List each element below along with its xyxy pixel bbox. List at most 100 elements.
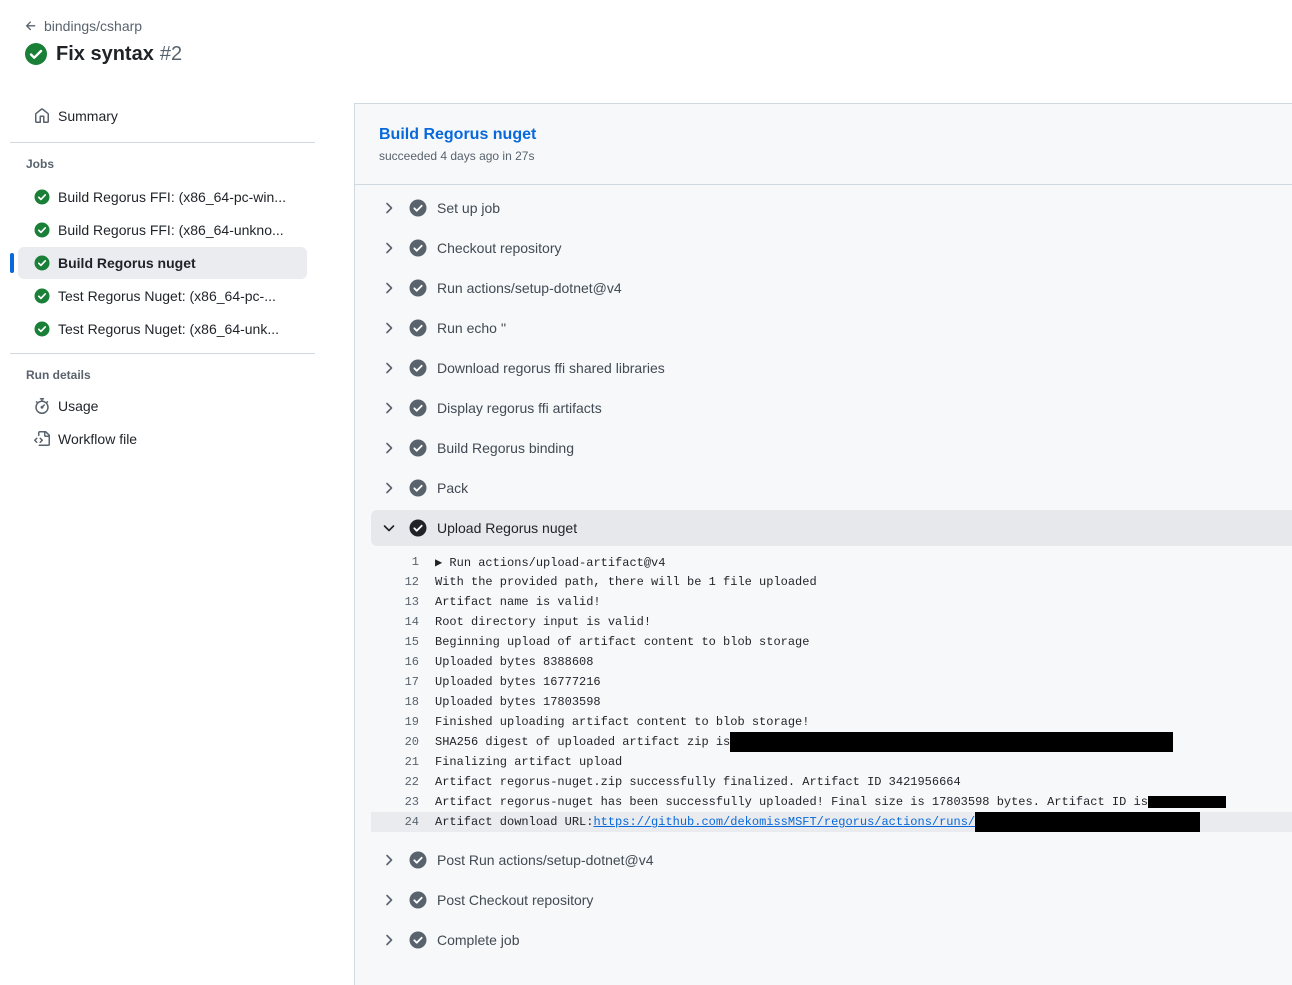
sidebar-item-label: Build Regorus FFI: (x86_64-unkno...: [58, 222, 284, 238]
log-line-text: SHA256 digest of uploaded artifact zip i…: [435, 732, 1174, 752]
log-text: With the provided path, there will be 1 …: [435, 575, 817, 589]
steps-list: Set up job Checkout repository Run actions…: [371, 190, 1292, 962]
chevron-right-icon: [386, 282, 393, 294]
run-number: #2: [159, 42, 183, 65]
log-line-text: Finalizing artifact upload: [435, 755, 622, 769]
run-header: bindings/csharp Fix syntax #2: [24, 14, 182, 66]
log-line-text: Artifact regorus-nuget has been successf…: [435, 795, 1226, 809]
log-line-number[interactable]: 17: [371, 675, 435, 689]
back-link-label[interactable]: bindings/csharp: [44, 18, 142, 34]
stopwatch-icon: [35, 398, 49, 414]
log-text: Uploaded bytes 8388608: [435, 655, 594, 669]
log-line-number[interactable]: 13: [371, 595, 435, 609]
step-name: Upload Regorus nuget: [437, 520, 578, 536]
step-name: Complete job: [437, 932, 520, 948]
step-name: Checkout repository: [437, 240, 562, 256]
log-line-number[interactable]: 20: [371, 735, 435, 749]
step-name: Run echo '': [437, 320, 507, 336]
log-text: Beginning upload of artifact content to …: [435, 635, 810, 649]
redacted-block: [1147, 796, 1226, 808]
job-header: Build Regorus nuget succeeded 4 days ago…: [355, 104, 1292, 185]
sidebar-item-job[interactable]: Test Regorus Nuget: (x86_64-unk...: [18, 313, 307, 345]
log-line-text: Finished uploading artifact content to b…: [435, 715, 809, 729]
log-line: 14 Root directory input is valid!: [371, 612, 1292, 632]
log-line-number[interactable]: 1: [371, 555, 435, 569]
step-item[interactable]: Display regorus ffi artifacts: [371, 390, 1292, 426]
sidebar-item-label: Usage: [58, 398, 99, 414]
log-text: Uploaded bytes 16777216: [435, 675, 601, 689]
step-item[interactable]: Set up job: [371, 190, 1292, 226]
log-line-text: Artifact regorus-nuget.zip successfully …: [435, 775, 961, 789]
log-text: Artifact name is valid!: [435, 595, 601, 609]
step-success-icon: [409, 891, 427, 909]
sidebar-item-job[interactable]: Build Regorus FFI: (x86_64-pc-win...: [18, 181, 307, 213]
log-line-text: ▶ Run actions/upload-artifact@v4: [435, 555, 665, 570]
log-line-number[interactable]: 21: [371, 755, 435, 769]
step-item[interactable]: Build Regorus binding: [371, 430, 1292, 466]
log-line: 1 ▶ Run actions/upload-artifact@v4: [371, 552, 1292, 572]
step-item[interactable]: Checkout repository: [371, 230, 1292, 266]
step-item[interactable]: Complete job: [371, 922, 1292, 958]
job-title[interactable]: Build Regorus nuget: [379, 104, 1292, 144]
sidebar-item-usage[interactable]: Usage: [18, 390, 307, 422]
log-line-number[interactable]: 15: [371, 635, 435, 649]
log-line: 18 Uploaded bytes 17803598: [371, 692, 1292, 712]
divider: [10, 353, 315, 354]
log-line-text: Artifact name is valid!: [435, 595, 601, 609]
step-upload-regorus-nuget[interactable]: Upload Regorus nuget: [371, 510, 1292, 546]
step-name: Download regorus ffi shared libraries: [437, 360, 665, 376]
log-text: Finalizing artifact upload: [435, 755, 623, 769]
log-line-number[interactable]: 18: [371, 695, 435, 709]
log-line: 17 Uploaded bytes 16777216: [371, 672, 1292, 692]
step-item[interactable]: Run actions/setup-dotnet@v4: [371, 270, 1292, 306]
step-success-icon: [409, 519, 427, 537]
log-line-number[interactable]: 14: [371, 615, 435, 629]
step-item[interactable]: Run echo '': [371, 310, 1292, 346]
log-line-number[interactable]: 24: [371, 815, 435, 829]
success-check-icon: [25, 43, 47, 65]
step-success-icon: [409, 239, 427, 257]
log-line-text: Artifact download URL: https://github.co…: [435, 812, 1201, 832]
step-name: Set up job: [437, 200, 501, 216]
log-line-number[interactable]: 19: [371, 715, 435, 729]
sidebar-item-job[interactable]: Test Regorus Nuget: (x86_64-pc-...: [18, 280, 307, 312]
chevron-right-icon: [386, 894, 393, 906]
log-line: 23 Artifact regorus-nuget has been succes…: [371, 792, 1292, 812]
chevron-down-icon: [383, 525, 395, 532]
log-line-number[interactable]: 16: [371, 655, 435, 669]
success-check-icon: [34, 189, 50, 205]
step-success-icon: [409, 479, 427, 497]
sidebar-item-job[interactable]: Build Regorus FFI: (x86_64-unkno...: [18, 214, 307, 246]
log-line: 24 Artifact download URL: https://github.…: [371, 812, 1292, 832]
sidebar-item-job-active[interactable]: Build Regorus nuget: [10, 247, 307, 279]
log-line-text: With the provided path, there will be 1 …: [435, 575, 817, 589]
step-log: 1 ▶ Run actions/upload-artifact@v4 12 With …: [371, 552, 1292, 832]
jobs-heading: Jobs: [26, 157, 55, 171]
success-check-icon: [34, 222, 50, 238]
log-line-number[interactable]: 22: [371, 775, 435, 789]
job-status: succeeded 4 days ago in 27s: [379, 149, 535, 163]
divider: [10, 142, 315, 143]
chevron-right-icon: [386, 442, 393, 454]
step-item[interactable]: Post Run actions/setup-dotnet@v4: [371, 842, 1292, 878]
step-success-icon: [409, 399, 427, 417]
sidebar-item-summary[interactable]: Summary: [18, 100, 307, 132]
log-text: Artifact regorus-nuget has been successf…: [435, 795, 1148, 809]
back-link[interactable]: bindings/csharp: [24, 14, 182, 38]
success-check-icon: [34, 255, 50, 271]
step-name: Display regorus ffi artifacts: [437, 400, 602, 416]
log-line-text: Uploaded bytes 8388608: [435, 655, 593, 669]
log-line: 15 Beginning upload of artifact content t…: [371, 632, 1292, 652]
step-item[interactable]: Pack: [371, 470, 1292, 506]
chevron-right-icon: [386, 202, 393, 214]
step-item[interactable]: Download regorus ffi shared libraries: [371, 350, 1292, 386]
step-item[interactable]: Post Checkout repository: [371, 882, 1292, 918]
log-line-number[interactable]: 12: [371, 575, 435, 589]
artifact-download-link[interactable]: https://github.com/dekomissMSFT/regorus/…: [593, 815, 975, 829]
home-icon: [35, 108, 49, 123]
chevron-right-icon: [386, 242, 393, 254]
success-check-icon: [34, 321, 50, 337]
sidebar-item-workflow-file[interactable]: Workflow file: [18, 423, 307, 455]
log-line-number[interactable]: 23: [371, 795, 435, 809]
log-line: 16 Uploaded bytes 8388608: [371, 652, 1292, 672]
